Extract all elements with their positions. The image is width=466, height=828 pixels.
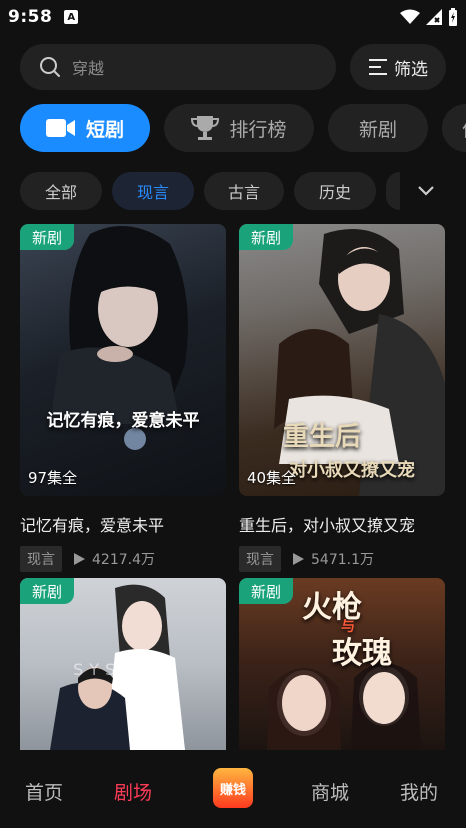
tab-more[interactable]: 优: [442, 104, 466, 152]
search-icon: [40, 57, 60, 77]
chevron-down-icon: [418, 186, 434, 196]
nav-home[interactable]: 首页: [25, 778, 63, 805]
earn-label: 赚钱: [219, 782, 246, 798]
search-placeholder: 穿越: [72, 59, 105, 78]
play-count: 5471.1万: [311, 552, 374, 568]
play-icon: [293, 553, 304, 565]
drama-poster[interactable]: 火枪 与 玫瑰 新剧: [239, 578, 445, 750]
status-time: 9:58: [8, 7, 53, 27]
new-badge: 新剧: [239, 224, 294, 250]
drama-card[interactable]: 火枪 与 玫瑰 新剧: [239, 578, 445, 750]
genre-modern-romance[interactable]: 现言: [112, 172, 194, 210]
expand-genres-button[interactable]: [406, 172, 446, 210]
poster-title-text: 记忆有痕，爱意未平: [46, 411, 200, 431]
poster-title-text: SYSTEM: [73, 660, 173, 679]
tab-label: 新剧: [358, 118, 397, 141]
poster-title-text: 玫瑰: [332, 636, 392, 671]
genre-tag: 现言: [239, 546, 281, 572]
drama-card[interactable]: SYSTEM 新剧: [20, 578, 226, 750]
new-badge: 新剧: [20, 224, 75, 250]
main-tabs: 短剧 排行榜 新剧 优: [20, 104, 466, 152]
episode-count: 97集全: [28, 469, 78, 487]
drama-meta: 现言 4217.4万: [20, 546, 226, 572]
filter-icon: [369, 59, 387, 75]
nav-theater[interactable]: 剧场: [114, 778, 152, 805]
video-camera-icon: [45, 119, 75, 137]
play-count: 4217.4万: [92, 552, 155, 568]
new-badge: 新剧: [239, 578, 294, 604]
app-root: 9:58 A 穿越 筛选 短剧 排行榜 新剧 优 全部: [0, 0, 466, 828]
tab-label: 排行榜: [229, 118, 287, 141]
play-icon: [74, 553, 85, 565]
trophy-icon: [191, 116, 220, 140]
nav-mall[interactable]: 商城: [311, 778, 349, 805]
drama-title[interactable]: 记忆有痕，爱意未平: [20, 512, 226, 536]
drama-poster[interactable]: SYSTEM 新剧: [20, 578, 226, 750]
signal-icon: [426, 9, 442, 25]
bottom-navigation: 首页 剧场 赚钱 商城 我的: [0, 750, 466, 828]
genre-ancient-romance[interactable]: 古言: [204, 172, 284, 210]
battery-icon: [449, 8, 457, 26]
drama-meta: 现言 5471.1万: [239, 546, 445, 572]
earn-money-button[interactable]: 赚钱: [213, 768, 253, 808]
drama-card[interactable]: 重生后 对小叔又撩又宠 新剧 40集全 重生后，对小叔又撩又宠 现言 5471.…: [239, 224, 445, 572]
genre-history[interactable]: 历史: [294, 172, 376, 210]
wifi-icon: [400, 9, 420, 24]
episode-count: 40集全: [247, 469, 297, 487]
drama-poster[interactable]: 记忆有痕，爱意未平 新剧 97集全: [20, 224, 226, 496]
drama-poster[interactable]: 重生后 对小叔又撩又宠 新剧 40集全: [239, 224, 445, 496]
notification-icon: A: [64, 10, 79, 24]
status-icons: [400, 8, 458, 26]
tab-label: 优: [462, 115, 466, 142]
drama-card[interactable]: 记忆有痕，爱意未平 新剧 97集全 记忆有痕，爱意未平 现言 4217.4万: [20, 224, 226, 572]
tab-new[interactable]: 新剧: [328, 104, 428, 152]
tab-short-drama[interactable]: 短剧: [20, 104, 150, 152]
tab-ranking[interactable]: 排行榜: [164, 104, 314, 152]
new-badge: 新剧: [20, 578, 75, 604]
poster-figure-image: [50, 226, 188, 450]
search-bar[interactable]: 穿越: [20, 44, 336, 90]
genre-all[interactable]: 全部: [20, 172, 102, 210]
filter-label: 筛选: [394, 59, 428, 80]
genre-filter: 全部 现言 古言 历史: [20, 172, 400, 210]
filter-button[interactable]: 筛选: [350, 44, 446, 90]
drama-title[interactable]: 重生后，对小叔又撩又宠: [239, 512, 445, 536]
nav-mine[interactable]: 我的: [400, 778, 438, 805]
status-bar: 9:58 A: [0, 0, 466, 34]
tab-label: 短剧: [85, 118, 124, 141]
genre-more[interactable]: [386, 172, 400, 210]
genre-tag: 现言: [20, 546, 62, 572]
poster-title-text: 重生后: [282, 422, 361, 452]
